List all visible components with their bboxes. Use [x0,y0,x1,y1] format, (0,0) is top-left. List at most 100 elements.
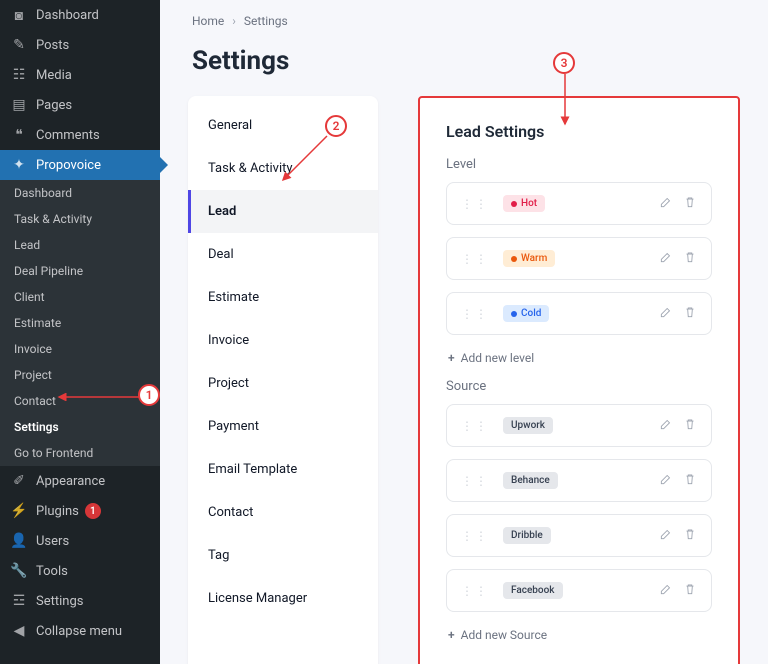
sub-frontend[interactable]: Go to Frontend [0,440,160,466]
menu-propovoice[interactable]: ✦ Propovoice [0,150,160,180]
settings-tabs: General Task & Activity Lead Deal Estima… [188,96,378,664]
delete-icon[interactable] [683,305,697,322]
menu-settings[interactable]: ☲Settings [0,586,160,616]
edit-icon[interactable] [659,250,673,267]
dot-icon [511,256,517,262]
edit-icon[interactable] [659,582,673,599]
sub-contact[interactable]: Contact [0,388,160,414]
source-pill: Facebook [503,582,563,599]
collapse-icon: ◀ [10,622,28,640]
add-source-button[interactable]: +Add new Source [446,628,547,642]
edit-icon[interactable] [659,417,673,434]
sub-dashboard[interactable]: Dashboard [0,180,160,206]
edit-icon[interactable] [659,195,673,212]
menu-posts[interactable]: ✎Posts [0,30,160,60]
drag-handle-icon[interactable]: ⋮⋮ [461,584,489,598]
row-actions [659,582,697,599]
tab-tag[interactable]: Tag [188,534,378,577]
menu-tools[interactable]: 🔧 Tools [0,556,160,586]
plugins-badge: 1 [85,503,101,519]
delete-icon[interactable] [683,527,697,544]
row-actions [659,305,697,322]
sliders-icon: ☲ [10,592,28,610]
tab-project[interactable]: Project [188,362,378,405]
plug-icon: ⚡ [10,502,28,520]
level-section-label: Level [446,157,712,172]
drag-handle-icon[interactable]: ⋮⋮ [461,307,489,321]
tab-general[interactable]: General [188,104,378,147]
tab-invoice[interactable]: Invoice [188,319,378,362]
comments-icon: ❝ [10,126,28,144]
lead-settings-panel: Lead Settings Level ⋮⋮ Hot ⋮⋮ Warm [418,96,740,664]
source-row-facebook: ⋮⋮ Facebook [446,569,712,612]
label: Dashboard [36,8,99,23]
tab-lead[interactable]: Lead [188,190,378,233]
label: Plugins [36,504,79,519]
source-row-behance: ⋮⋮ Behance [446,459,712,502]
sub-settings[interactable]: Settings [0,414,160,440]
add-level-button[interactable]: +Add new level [446,351,534,365]
menu-plugins[interactable]: ⚡ Plugins 1 [0,496,160,526]
delete-icon[interactable] [683,250,697,267]
tab-license[interactable]: License Manager [188,577,378,620]
tab-payment[interactable]: Payment [188,405,378,448]
user-icon: 👤 [10,532,28,550]
media-icon: ☷ [10,66,28,84]
sub-project[interactable]: Project [0,362,160,388]
level-label: Hot [521,198,537,209]
menu-pages[interactable]: ▤Pages [0,90,160,120]
sub-client[interactable]: Client [0,284,160,310]
source-row-upwork: ⋮⋮ Upwork [446,404,712,447]
drag-handle-icon[interactable]: ⋮⋮ [461,474,489,488]
label: Tools [36,564,68,579]
edit-icon[interactable] [659,305,673,322]
level-row-hot: ⋮⋮ Hot [446,182,712,225]
row-actions [659,195,697,212]
delete-icon[interactable] [683,582,697,599]
source-section-label: Source [446,379,712,394]
main-content: Home › Settings Settings General Task & … [160,0,768,664]
menu-appearance[interactable]: ✐Appearance [0,466,160,496]
source-label: Facebook [511,585,555,596]
drag-handle-icon[interactable]: ⋮⋮ [461,197,489,211]
tab-estimate[interactable]: Estimate [188,276,378,319]
pin-icon: ✎ [10,36,28,54]
tab-task[interactable]: Task & Activity [188,147,378,190]
sub-lead[interactable]: Lead [0,232,160,258]
menu-collapse[interactable]: ◀ Collapse menu [0,616,160,646]
row-actions [659,472,697,489]
sub-invoice[interactable]: Invoice [0,336,160,362]
label: Propovoice [36,158,101,173]
sub-estimate[interactable]: Estimate [0,310,160,336]
label: Collapse menu [36,624,122,639]
delete-icon[interactable] [683,472,697,489]
menu-media[interactable]: ☷Media [0,60,160,90]
level-pill: Cold [503,305,549,322]
menu-users[interactable]: 👤Users [0,526,160,556]
plus-icon: + [448,628,455,642]
tab-email[interactable]: Email Template [188,448,378,491]
breadcrumb-home[interactable]: Home [192,14,224,28]
menu-comments[interactable]: ❝Comments [0,120,160,150]
drag-handle-icon[interactable]: ⋮⋮ [461,419,489,433]
breadcrumb: Home › Settings [188,0,740,28]
edit-icon[interactable] [659,472,673,489]
panel-wrap: Lead Settings Level ⋮⋮ Hot ⋮⋮ Warm [378,96,740,664]
menu-dashboard[interactable]: ◙Dashboard [0,0,160,30]
annotation-3: 3 [553,52,575,74]
source-label: Behance [511,475,550,486]
wrench-icon: 🔧 [10,562,28,580]
delete-icon[interactable] [683,195,697,212]
dot-icon [511,311,517,317]
source-label: Dribble [511,530,543,541]
sub-task[interactable]: Task & Activity [0,206,160,232]
drag-handle-icon[interactable]: ⋮⋮ [461,529,489,543]
delete-icon[interactable] [683,417,697,434]
tab-deal[interactable]: Deal [188,233,378,276]
tab-contact[interactable]: Contact [188,491,378,534]
sub-pipeline[interactable]: Deal Pipeline [0,258,160,284]
propovoice-icon: ✦ [10,156,28,174]
edit-icon[interactable] [659,527,673,544]
drag-handle-icon[interactable]: ⋮⋮ [461,252,489,266]
settings-layout: General Task & Activity Lead Deal Estima… [188,96,740,664]
